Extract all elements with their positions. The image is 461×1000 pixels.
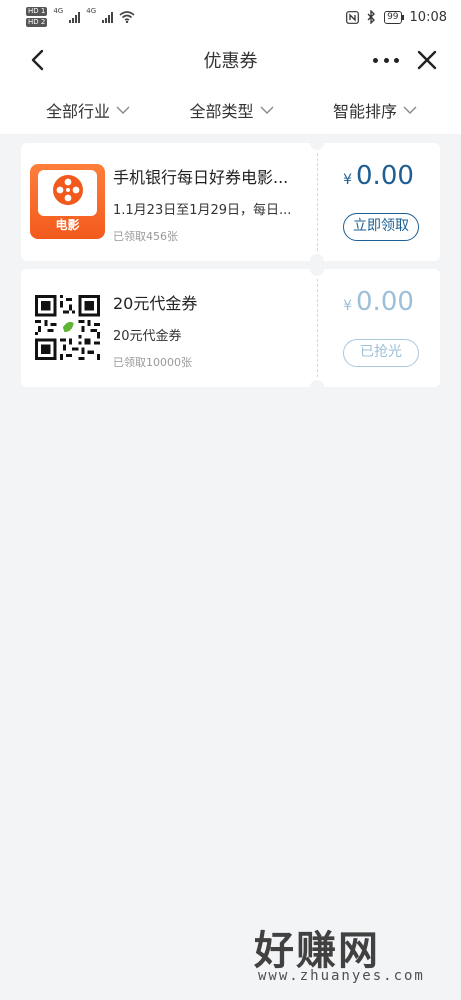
claim-now-button[interactable]: 立即领取 (343, 213, 419, 241)
watermark-url: www.zhuanyes.com (258, 968, 425, 984)
filter-industry[interactable]: 全部行业 (46, 98, 130, 122)
network-label-2: 4G (86, 7, 97, 15)
hd1-badge: HD 1 (26, 7, 48, 16)
page-title: 优惠券 (203, 51, 258, 72)
chevron-down-icon (116, 106, 130, 114)
signal-icon (69, 11, 81, 23)
coupon-subtitle: 1.1月23日至1月29日，每日... (113, 203, 292, 218)
currency-symbol: ¥ (343, 298, 353, 314)
signal-icon-2 (102, 11, 114, 23)
status-left: HD 1 HD 2 4G 4G (26, 7, 135, 27)
coupon-title: 手机银行每日好券电影... (113, 168, 289, 187)
more-dot-icon (373, 57, 378, 63)
coupon-notch (310, 380, 324, 387)
coupon-amount: 0.00 (356, 287, 414, 317)
sold-out-button[interactable]: 已抢光 (343, 339, 419, 367)
back-arrow-icon[interactable] (26, 48, 50, 72)
coupon-subtitle: 20元代金券 (113, 329, 182, 344)
film-reel-icon (53, 175, 83, 205)
site-watermark: 好赚网 www.zhuanyes.com (254, 918, 444, 992)
more-options-button[interactable] (373, 48, 399, 72)
nfc-icon (346, 10, 359, 24)
coupon-amount: 0.00 (356, 161, 414, 191)
network-label-1: 4G (53, 7, 64, 15)
qr-code-icon (35, 295, 100, 360)
currency-symbol: ¥ (343, 172, 353, 188)
filter-label: 全部行业 (46, 102, 111, 121)
movie-coupon-thumbnail: 电影 (30, 164, 105, 239)
filter-sort[interactable]: 智能排序 (333, 98, 417, 122)
more-dot-icon (383, 57, 389, 63)
close-icon[interactable] (415, 48, 439, 72)
status-right: 99 10:08 (346, 10, 447, 25)
coupon-notch (310, 254, 324, 261)
coupon-claimed-count: 已领取456张 (113, 230, 178, 243)
filter-label: 全部类型 (189, 102, 254, 121)
coupon-card[interactable]: 20元代金券 20元代金券 已领取10000张 ¥0.00 已抢光 (21, 269, 440, 387)
coupon-price: ¥0.00 (317, 161, 440, 191)
coupon-card[interactable]: 电影 手机银行每日好券电影... 1.1月23日至1月29日，每日... 已领取… (21, 143, 440, 261)
status-time: 10:08 (409, 9, 447, 25)
filter-type[interactable]: 全部类型 (189, 98, 273, 122)
wifi-icon (119, 11, 135, 23)
status-bar: HD 1 HD 2 4G 4G 99 10:08 (0, 0, 461, 34)
nav-bar: 优惠券 (0, 34, 461, 86)
coupon-price: ¥0.00 (317, 287, 440, 317)
chevron-down-icon (260, 106, 273, 114)
coupon-claimed-count: 已领取10000张 (113, 356, 192, 369)
coupon-notch (310, 143, 324, 150)
coupon-notch (310, 269, 324, 276)
chevron-down-icon (403, 106, 417, 114)
filter-bar: 全部行业 全部类型 智能排序 (0, 86, 461, 134)
movie-thumb-label: 电影 (55, 218, 80, 232)
hd2-badge: HD 2 (26, 18, 48, 27)
qr-code-thumbnail (30, 290, 105, 365)
hd-indicators: HD 1 HD 2 (26, 7, 48, 27)
filter-label: 智能排序 (332, 102, 397, 121)
battery-indicator: 99 (384, 10, 405, 24)
coupon-title: 20元代金券 (113, 294, 198, 313)
bluetooth-icon (367, 10, 375, 24)
more-dot-icon (394, 57, 399, 63)
